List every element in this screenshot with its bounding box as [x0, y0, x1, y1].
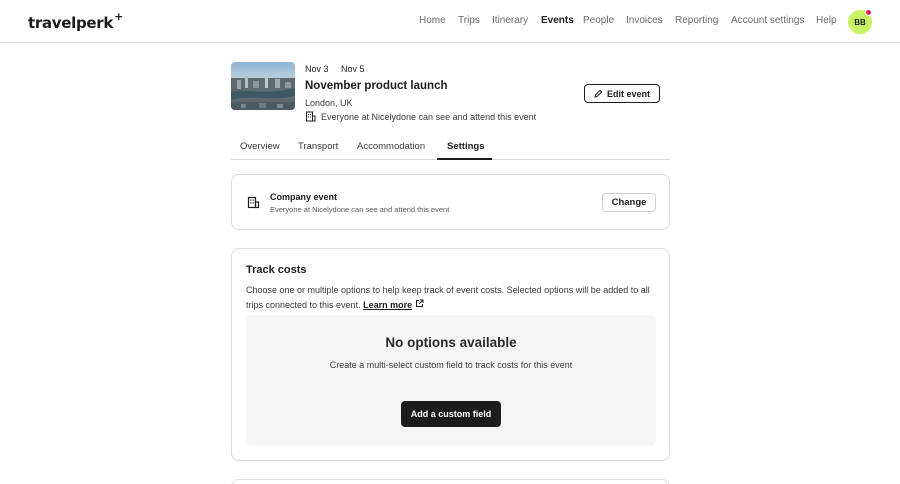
change-event-type-button[interactable]: Change [602, 193, 656, 212]
nav-home[interactable]: Home [419, 15, 446, 26]
nav-itinerary[interactable]: Itinerary [492, 15, 528, 26]
event-type-card: Company event Everyone at Nicelydone can… [231, 174, 670, 230]
edit-event-button[interactable]: Edit event [584, 84, 660, 103]
nav-account-settings[interactable]: Account settings [731, 15, 804, 26]
tab-accommodation[interactable]: Accommodation [357, 141, 425, 152]
event-start-date: Nov 3 [305, 64, 329, 74]
nav-events[interactable]: Events [541, 15, 574, 26]
event-dates: Nov 3 Nov 5 [305, 64, 375, 74]
next-settings-card [231, 479, 670, 484]
tab-transport[interactable]: Transport [298, 141, 338, 152]
tab-settings[interactable]: Settings [447, 141, 484, 152]
track-costs-title: Track costs [246, 264, 307, 276]
empty-state-title: No options available [385, 335, 517, 350]
tab-overview[interactable]: Overview [240, 141, 280, 152]
event-title: November product launch [305, 80, 448, 92]
building-icon [247, 196, 260, 214]
event-end-date: Nov 5 [341, 64, 365, 74]
external-link-icon[interactable] [415, 298, 424, 313]
learn-more-link[interactable]: Learn more [363, 300, 412, 310]
edit-event-label: Edit event [606, 88, 650, 99]
main-nav: Home Trips Itinerary Events People Invoi… [0, 15, 900, 29]
event-visibility: Everyone at Nicelydone can see and atten… [305, 111, 536, 122]
notification-dot [865, 9, 872, 16]
nav-trips[interactable]: Trips [458, 15, 480, 26]
event-tabs: Overview Transport Accommodation Setting… [231, 134, 670, 160]
top-navigation-bar: travelperk+ Home Trips Itinerary Events … [0, 0, 900, 43]
active-tab-indicator [437, 158, 492, 160]
track-costs-description-text: Choose one or multiple options to help k… [246, 285, 650, 310]
event-visibility-text: Everyone at Nicelydone can see and atten… [321, 111, 537, 122]
add-custom-field-button[interactable]: Add a custom field [401, 401, 501, 427]
pencil-icon [594, 89, 603, 98]
building-icon [305, 111, 316, 122]
nav-people[interactable]: People [583, 15, 614, 26]
event-image [231, 62, 295, 110]
event-location: London, UK [305, 98, 353, 108]
track-costs-description: Choose one or multiple options to help k… [246, 283, 658, 312]
event-type-subtitle: Everyone at Nicelydone can see and atten… [270, 205, 450, 214]
nav-help[interactable]: Help [816, 15, 837, 26]
nav-invoices[interactable]: Invoices [626, 15, 663, 26]
london-skyline-thumbnail-icon [231, 62, 295, 110]
no-options-empty-state: No options available Create a multi-sele… [246, 315, 656, 446]
nav-reporting[interactable]: Reporting [675, 15, 718, 26]
track-costs-card: Track costs Choose one or multiple optio… [231, 248, 670, 461]
empty-state-description: Create a multi-select custom field to tr… [329, 360, 573, 370]
event-type-title: Company event [270, 192, 338, 202]
